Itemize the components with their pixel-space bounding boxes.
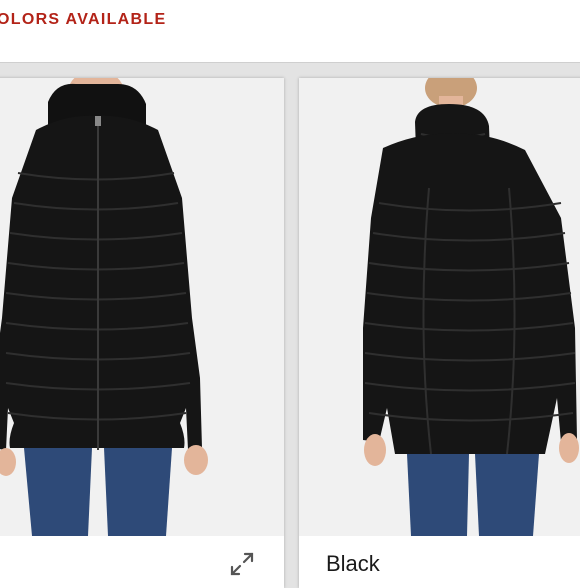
color-card-back[interactable]: Black [299, 78, 580, 588]
product-photo-front[interactable] [0, 78, 284, 536]
product-photo-back[interactable] [299, 78, 580, 536]
card-footer [0, 536, 284, 588]
colors-available-title: OLORS AVAILABLE [0, 11, 167, 28]
color-card-front[interactable] [0, 78, 284, 588]
expand-button[interactable] [228, 550, 256, 578]
color-name-label: Black [326, 551, 380, 576]
section-header: OLORS AVAILABLE [0, 0, 580, 63]
expand-icon [230, 552, 254, 576]
card-footer: Black [299, 536, 580, 588]
